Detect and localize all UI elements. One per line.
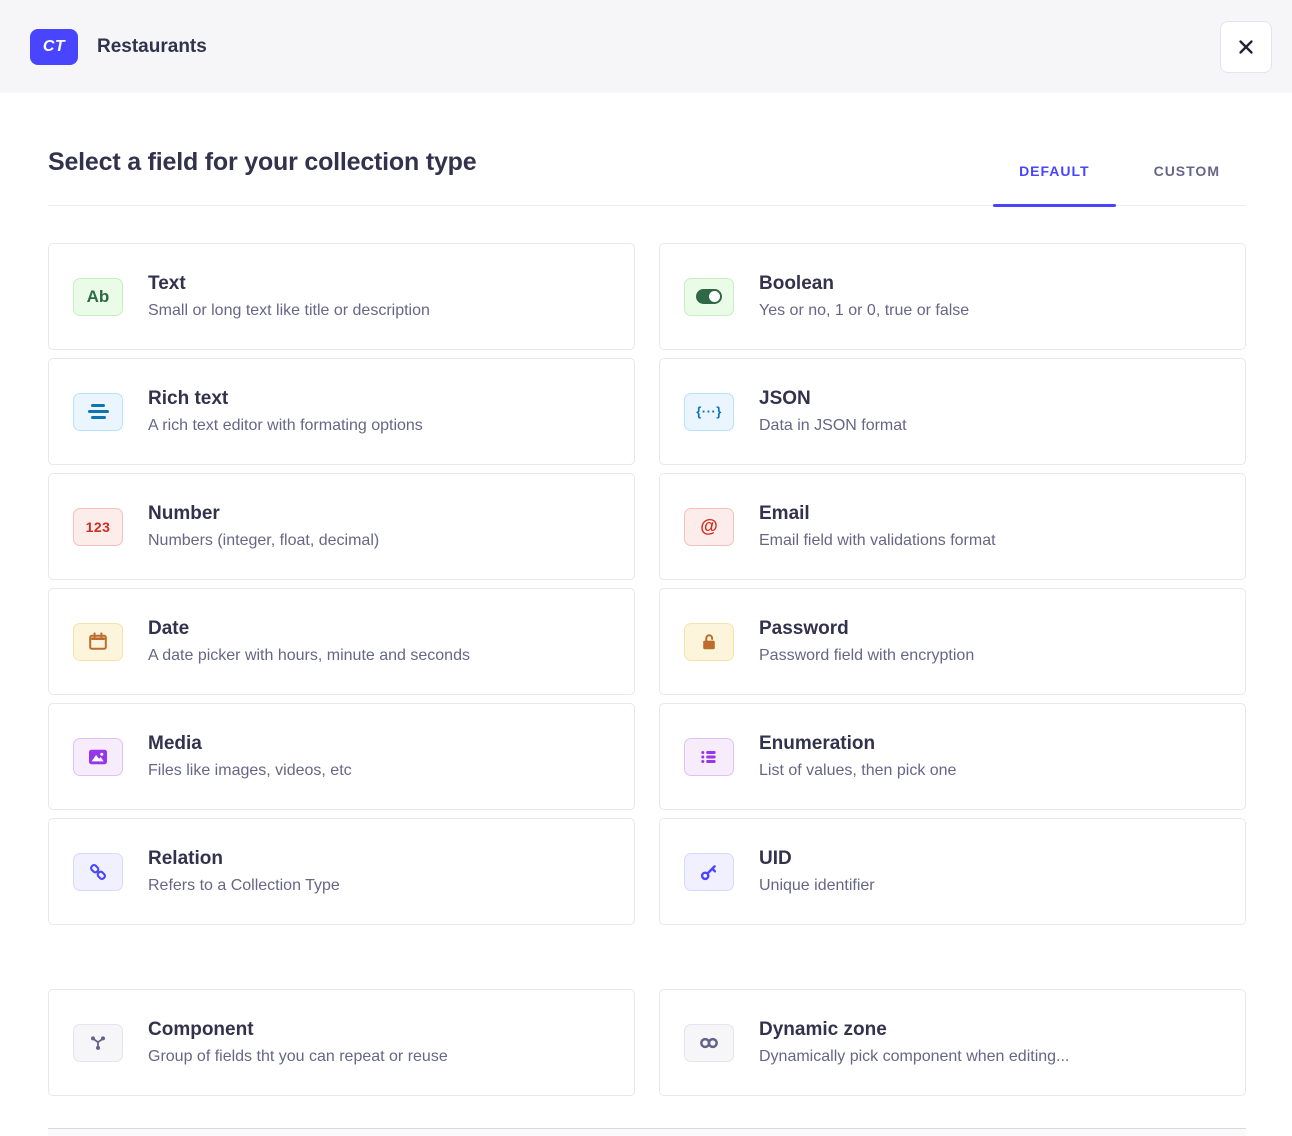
field-card-component[interactable]: Component Group of fields tht you can re…	[48, 989, 635, 1096]
page-title: Select a field for your collection type	[48, 148, 476, 177]
field-card-password[interactable]: Password Password field with encryption	[659, 588, 1246, 695]
field-title: Boolean	[759, 273, 969, 295]
field-description: Password field with encryption	[759, 647, 974, 665]
field-description: A rich text editor with formating option…	[148, 417, 423, 435]
field-description: Small or long text like title or descrip…	[148, 302, 430, 320]
boolean-toggle-icon	[684, 278, 734, 316]
dynamic-zone-infinity-icon	[684, 1024, 734, 1062]
field-card-enumeration[interactable]: Enumeration List of values, then pick on…	[659, 703, 1246, 810]
tab-custom[interactable]: CUSTOM	[1128, 163, 1246, 205]
field-title: Enumeration	[759, 733, 956, 755]
field-description: List of values, then pick one	[759, 762, 956, 780]
field-title: Media	[148, 733, 352, 755]
field-title: Dynamic zone	[759, 1019, 1069, 1041]
close-icon	[1235, 36, 1257, 58]
field-card-uid[interactable]: UID Unique identifier	[659, 818, 1246, 925]
field-card-email[interactable]: @ Email Email field with validations for…	[659, 473, 1246, 580]
field-title: JSON	[759, 388, 907, 410]
modal-header: CT Restaurants	[0, 0, 1292, 93]
field-description: Files like images, videos, etc	[148, 762, 352, 780]
close-button[interactable]	[1220, 21, 1272, 73]
field-description: Data in JSON format	[759, 417, 907, 435]
modal-content: Select a field for your collection type …	[0, 93, 1292, 1136]
field-title: Rich text	[148, 388, 423, 410]
component-nodes-icon	[73, 1024, 123, 1062]
tab-default[interactable]: DEFAULT	[993, 163, 1116, 205]
collection-name: Restaurants	[97, 36, 207, 58]
field-description: Unique identifier	[759, 877, 875, 895]
field-description: Numbers (integer, float, decimal)	[148, 532, 379, 550]
field-title: UID	[759, 848, 875, 870]
field-description: Group of fields tht you can repeat or re…	[148, 1048, 448, 1066]
field-card-json[interactable]: {···} JSON Data in JSON format	[659, 358, 1246, 465]
field-type-modal: CT Restaurants Select a field for your c…	[0, 0, 1292, 1136]
json-braces-icon: {···}	[684, 393, 734, 431]
field-card-rich-text[interactable]: Rich text A rich text editor with format…	[48, 358, 635, 465]
title-row: Select a field for your collection type …	[48, 148, 1246, 206]
field-grid-extra: Component Group of fields tht you can re…	[48, 989, 1246, 1096]
field-title: Password	[759, 618, 974, 640]
rich-text-lines-icon	[73, 393, 123, 431]
tab-list: DEFAULT CUSTOM	[993, 163, 1246, 205]
field-card-media[interactable]: Media Files like images, videos, etc	[48, 703, 635, 810]
field-description: Yes or no, 1 or 0, true or false	[759, 302, 969, 320]
uid-key-icon	[684, 853, 734, 891]
field-title: Relation	[148, 848, 340, 870]
enumeration-list-icon	[684, 738, 734, 776]
field-title: Email	[759, 503, 996, 525]
field-card-dynamic-zone[interactable]: Dynamic zone Dynamically pick component …	[659, 989, 1246, 1096]
field-card-date[interactable]: Date A date picker with hours, minute an…	[48, 588, 635, 695]
field-description: Refers to a Collection Type	[148, 877, 340, 895]
password-lock-icon	[684, 623, 734, 661]
collection-type-badge: CT	[30, 29, 78, 65]
modal-footer-edge	[48, 1128, 1246, 1136]
media-image-icon	[73, 738, 123, 776]
text-ab-icon: Ab	[73, 278, 123, 316]
field-card-number[interactable]: 123 Number Numbers (integer, float, deci…	[48, 473, 635, 580]
field-card-boolean[interactable]: Boolean Yes or no, 1 or 0, true or false	[659, 243, 1246, 350]
field-title: Text	[148, 273, 430, 295]
email-at-icon: @	[684, 508, 734, 546]
number-123-icon: 123	[73, 508, 123, 546]
field-title: Date	[148, 618, 470, 640]
field-card-relation[interactable]: Relation Refers to a Collection Type	[48, 818, 635, 925]
field-card-text[interactable]: Ab Text Small or long text like title or…	[48, 243, 635, 350]
field-title: Component	[148, 1019, 448, 1041]
field-description: A date picker with hours, minute and sec…	[148, 647, 470, 665]
relation-link-icon	[73, 853, 123, 891]
field-description: Dynamically pick component when editing.…	[759, 1048, 1069, 1066]
field-description: Email field with validations format	[759, 532, 996, 550]
field-title: Number	[148, 503, 379, 525]
date-calendar-icon	[73, 623, 123, 661]
field-grid-main: Ab Text Small or long text like title or…	[48, 243, 1246, 925]
